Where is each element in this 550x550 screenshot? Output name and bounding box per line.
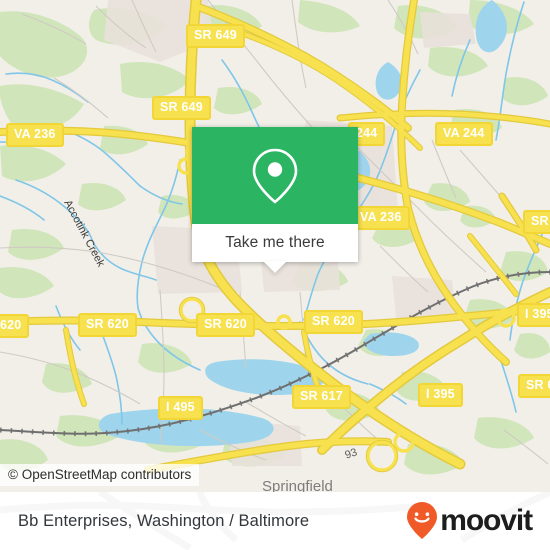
place-label-springfield: Springfield	[262, 478, 333, 492]
road-shield: SR 620	[196, 313, 255, 337]
road-shield: SR 617	[292, 385, 351, 409]
map-canvas[interactable]: SR 649 SR 649 VA 236 244 VA 244 VA 236 S…	[0, 0, 550, 492]
popup-tail-pointer	[263, 261, 287, 273]
popup-footer[interactable]: Take me there	[192, 224, 358, 262]
road-shield: SR 649	[152, 96, 211, 120]
road-shield: SR 620	[304, 310, 363, 334]
destination-popup-card[interactable]: Take me there	[192, 127, 358, 262]
take-me-there-label: Take me there	[225, 234, 325, 251]
road-shield: SR 64	[518, 374, 550, 398]
road-shield: VA 244	[435, 122, 493, 146]
road-shield: I 395	[418, 383, 463, 407]
road-shield: I 495	[158, 396, 203, 420]
footer-bar: Bb Enterprises, Washington / Baltimore m…	[0, 492, 550, 550]
moovit-brand[interactable]: moovit	[405, 501, 533, 541]
moovit-wordmark: moovit	[440, 504, 533, 537]
road-shield: 620	[0, 314, 30, 338]
road-shield: I 395	[517, 303, 550, 327]
location-title: Bb Enterprises, Washington / Baltimore	[18, 511, 310, 530]
popup-header	[192, 127, 358, 224]
moovit-smiley-pin-icon	[407, 502, 438, 539]
road-shield: VA 236	[6, 123, 64, 147]
road-shield: SR 620	[78, 313, 137, 337]
road-shield: VA 236	[352, 206, 410, 230]
footer-content: Bb Enterprises, Washington / Baltimore m…	[0, 492, 550, 550]
map-pin-icon	[252, 148, 298, 203]
road-shield: SR 6	[523, 210, 550, 234]
map-attribution[interactable]: © OpenStreetMap contributors	[0, 464, 200, 486]
road-shield: SR 649	[186, 24, 245, 48]
